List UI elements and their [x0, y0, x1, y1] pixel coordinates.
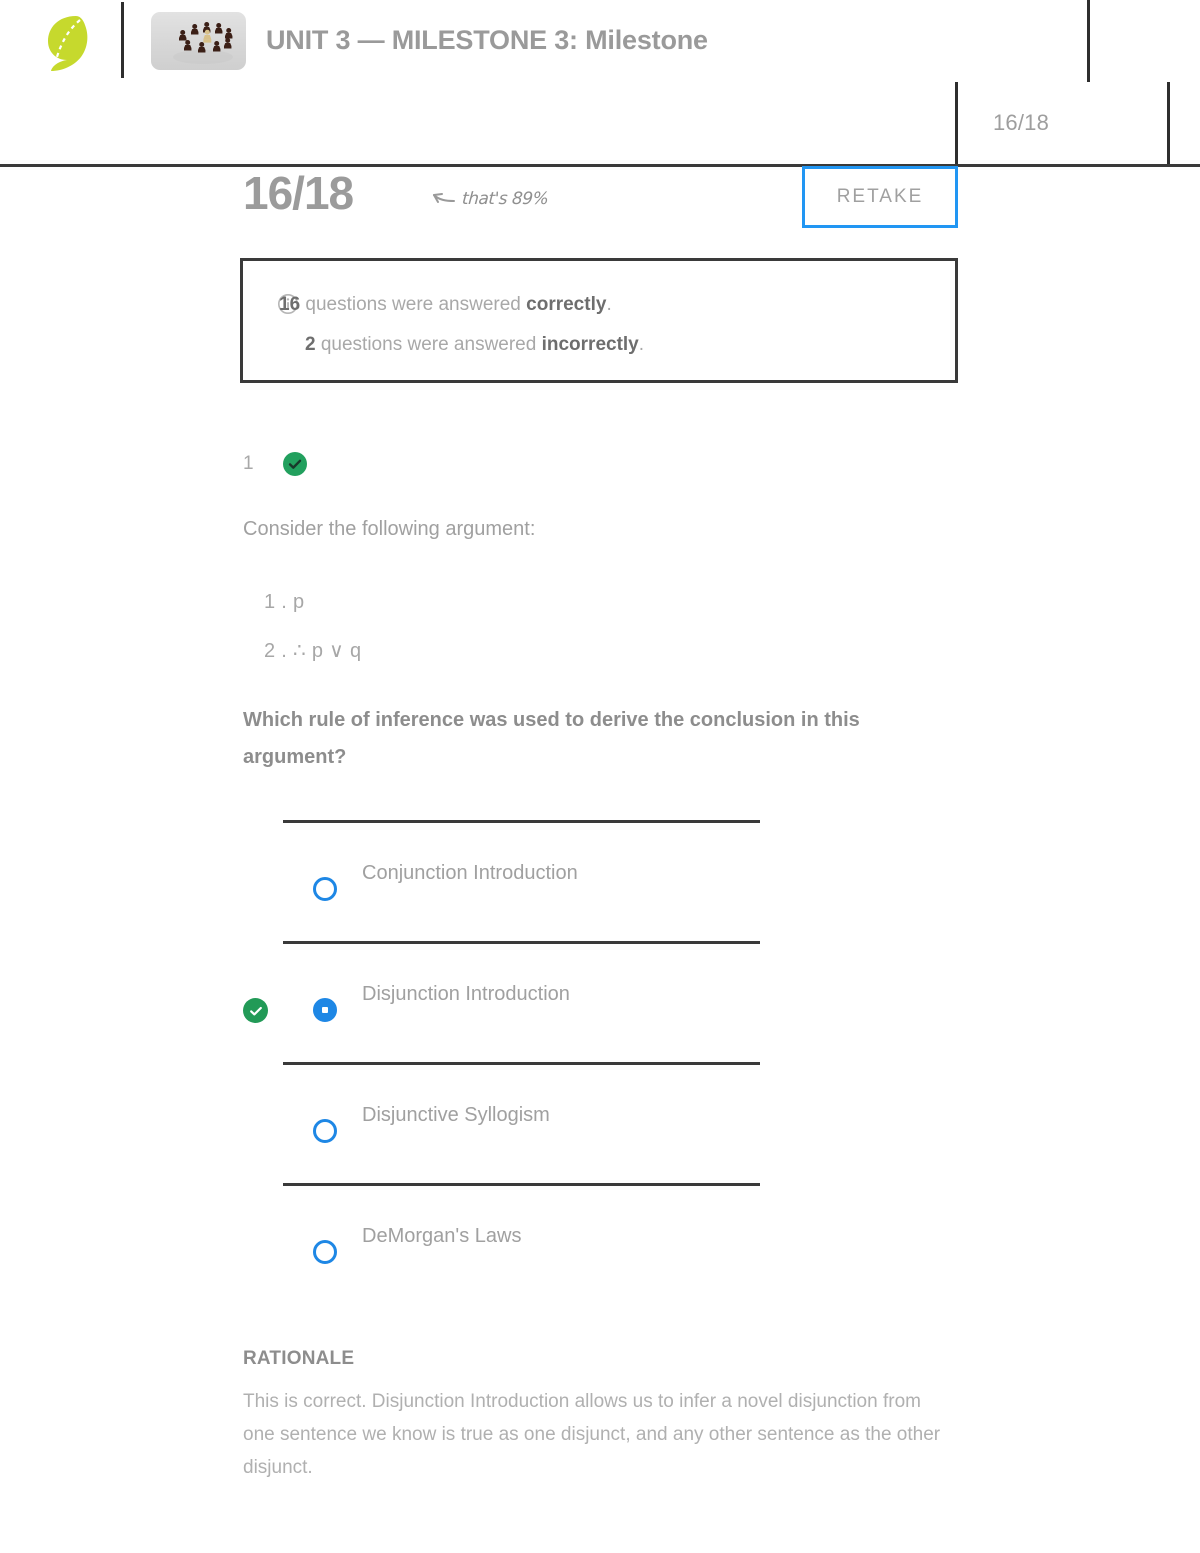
- alert-incorrect-period: .: [638, 334, 645, 355]
- answer-options-list: Conjunction Introduction Disjunction Int…: [0, 820, 1200, 1304]
- option-label: Conjunction Introduction: [362, 862, 578, 884]
- alert-correct-period: .: [606, 294, 612, 315]
- alert-correct-count: 16: [279, 294, 301, 315]
- option-divider: [283, 1062, 760, 1065]
- premise-1: 1 . p: [264, 591, 305, 613]
- answer-option[interactable]: DeMorgan's Laws: [0, 1183, 1200, 1304]
- option-radio-disjunctive-syllogism[interactable]: [313, 1119, 337, 1143]
- question-correct-icon: [282, 452, 307, 476]
- answer-option[interactable]: Disjunctive Syllogism: [0, 1062, 1200, 1183]
- annotation-text: that's 89%: [461, 188, 549, 209]
- answer-option[interactable]: Conjunction Introduction: [0, 820, 1200, 941]
- option-label: Disjunction Introduction: [362, 983, 570, 1005]
- question-prompt: Which rule of inference was used to deri…: [243, 709, 860, 768]
- option-radio-disjunction-introduction[interactable]: [313, 998, 337, 1022]
- alert-incorrect-mid: questions were answered: [315, 334, 542, 355]
- left-arrow-icon: [430, 186, 456, 211]
- retake-button[interactable]: RETAKE: [802, 166, 958, 228]
- alert-correct-line: 16 questions were answered correctly.: [279, 294, 612, 316]
- question-intro: Consider the following argument:: [243, 518, 536, 540]
- question-header: 1: [243, 452, 307, 476]
- score-value: 16/18: [243, 167, 354, 219]
- alert-incorrect-line: 2 questions were answered incorrectly.: [305, 334, 644, 356]
- option-radio-conjunction-introduction[interactable]: [313, 877, 337, 901]
- alert-correct-mid: questions were answered: [300, 294, 527, 315]
- header-score-value: 16/18: [993, 110, 1050, 135]
- chess-pieces-thumbnail[interactable]: [151, 12, 246, 70]
- option-radio-demorgans-laws[interactable]: [313, 1240, 337, 1264]
- option-label: Disjunctive Syllogism: [362, 1104, 550, 1126]
- answer-option[interactable]: Disjunction Introduction: [0, 941, 1200, 1062]
- results-summary-alert: 16 questions were answered correctly. 2 …: [240, 258, 958, 383]
- rationale-heading: RATIONALE: [243, 1348, 355, 1369]
- option-divider: [283, 820, 760, 823]
- header-divider-right: [1087, 0, 1090, 82]
- alert-incorrect-count: 2: [305, 334, 316, 355]
- page-title: UNIT 3 — MILESTONE 3: Milestone: [266, 25, 708, 55]
- option-divider: [283, 941, 760, 944]
- app-header: UNIT 3 — MILESTONE 3: Milestone 16/18: [0, 0, 1200, 167]
- alert-correct-word: correctly: [526, 294, 607, 315]
- score-badge-right-rule: [1167, 82, 1170, 166]
- header-divider-left: [121, 2, 124, 78]
- handwritten-annotation: that's 89%: [430, 186, 549, 211]
- score-summary-row: 16/18 that's 89% RETAKE: [0, 166, 1200, 238]
- option-divider: [283, 1183, 760, 1186]
- rationale-text: This is correct. Disjunction Introductio…: [243, 1391, 941, 1478]
- score-badge-left-rule: [955, 82, 958, 166]
- sophia-logo[interactable]: [46, 14, 90, 72]
- alert-incorrect-word: incorrectly: [541, 334, 639, 355]
- header-score-badge: 16/18: [955, 82, 1170, 166]
- question-number: 1: [243, 453, 254, 474]
- option-label: DeMorgan's Laws: [362, 1225, 522, 1247]
- premise-2: 2 . ∴ p ∨ q: [264, 640, 362, 662]
- correct-answer-icon: [243, 998, 268, 1023]
